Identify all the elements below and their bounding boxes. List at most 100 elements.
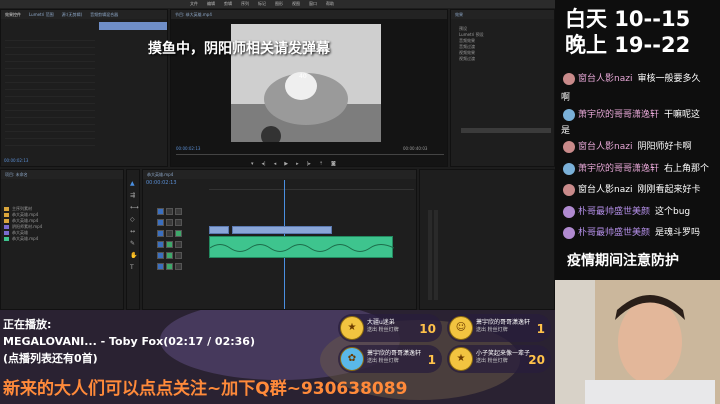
tab-effect-controls[interactable]: 效果控件 — [5, 10, 21, 19]
ec-row — [5, 90, 95, 97]
medal-icon: ★ — [449, 347, 473, 371]
track-header-v3 — [157, 208, 182, 215]
effect-controls-panel: 效果控件 Lumetri 范围 源:(无剪辑) 音频剪辑混合器 00:00:02… — [0, 9, 168, 167]
track-toggle[interactable] — [157, 263, 164, 270]
ripple-icon[interactable]: ⟷ — [130, 204, 139, 211]
track-header-v2 — [157, 219, 182, 226]
effects-selected-row[interactable] — [461, 128, 551, 133]
menu-sequence[interactable]: 序列 — [241, 0, 249, 8]
track-header-a1 — [157, 241, 182, 248]
menu-edit[interactable]: 编辑 — [207, 0, 215, 8]
ec-row — [5, 83, 95, 90]
danmu-item: 萧宇欣的哥哥潇逸轩 右上角那个 — [555, 160, 720, 179]
pen-icon[interactable]: ✎ — [130, 240, 139, 247]
track-lock[interactable] — [166, 230, 173, 237]
ec-properties — [5, 34, 95, 146]
project-item[interactable]: 恭大英雄.mp4 — [4, 236, 122, 242]
program-scrubber[interactable] — [176, 154, 444, 155]
effects-tree-item[interactable]: 视频过渡 — [459, 56, 484, 62]
tab-source[interactable]: 源:(无剪辑) — [62, 10, 82, 19]
medal-icon: ✿ — [340, 347, 364, 371]
tab-project[interactable]: 项目: 未命名 — [5, 170, 28, 179]
effects-tree: 预设 Lumetri 预设 音频效果 音频过渡 视频效果 视频过渡 — [459, 26, 484, 62]
track-toggle[interactable] — [157, 241, 164, 248]
now-playing-label: 正在播放: — [3, 318, 52, 331]
prev-frame-icon[interactable]: ◂ — [274, 161, 277, 166]
track-select-icon[interactable]: ⇶ — [130, 192, 139, 199]
hand-icon[interactable]: ✋ — [130, 252, 139, 259]
folder-icon — [4, 219, 9, 223]
play-icon[interactable]: ▶ — [284, 161, 288, 166]
selection-tool-icon[interactable]: ▲ — [130, 180, 139, 187]
tool-icons: ▲ ⇶ ⟷ ◇ ↔ ✎ ✋ T — [130, 180, 139, 271]
menu-bar: 文件 编辑 剪辑 序列 标记 图形 视图 窗口 帮助 — [0, 0, 555, 8]
track-lock[interactable] — [166, 208, 173, 215]
tab-audio-mixer[interactable]: 音频剪辑混合器 — [90, 10, 118, 19]
video-clip[interactable] — [232, 226, 332, 234]
marker-icon[interactable]: ▾ — [251, 161, 254, 166]
timeline-panel: 恭大英雄.mp4 00:00:02:13 — [142, 169, 417, 310]
track-lock[interactable] — [166, 219, 173, 226]
project-tabbar: 项目: 未命名 — [1, 170, 123, 179]
playlist-remaining: (点播列表还有0首) — [3, 352, 98, 365]
effects-tabbar: 效果 — [451, 10, 554, 19]
track-eye[interactable] — [175, 208, 182, 215]
menu-file[interactable]: 文件 — [190, 0, 198, 8]
track-toggle[interactable] — [157, 252, 164, 259]
ec-row — [5, 55, 95, 62]
step-forward-icon[interactable]: |▸ — [307, 161, 311, 166]
avatar — [563, 72, 575, 85]
ec-timecode: 00:00:02:13 — [4, 158, 29, 163]
ec-row — [5, 111, 95, 118]
audio-waveform — [209, 244, 395, 252]
avatar — [563, 140, 575, 153]
tab-program[interactable]: 节目: 恭大英雄.mp4 — [175, 10, 212, 19]
tools-panel: ▲ ⇶ ⟷ ◇ ↔ ✎ ✋ T — [126, 169, 140, 310]
tab-sequence[interactable]: 恭大英雄.mp4 — [147, 170, 173, 179]
avatar — [563, 226, 575, 239]
ec-row — [5, 104, 95, 111]
type-icon[interactable]: T — [130, 264, 139, 271]
razor-icon[interactable]: ◇ — [130, 216, 139, 223]
tab-effects[interactable]: 效果 — [455, 10, 463, 19]
track-toggle[interactable] — [157, 219, 164, 226]
lift-icon[interactable]: ⇡ — [319, 161, 323, 166]
tab-lumetri[interactable]: Lumetri 范围 — [29, 10, 54, 19]
slip-icon[interactable]: ↔ — [130, 228, 139, 235]
track-toggle[interactable] — [157, 230, 164, 237]
video-clip[interactable] — [209, 226, 229, 234]
audio-clip[interactable] — [209, 236, 395, 258]
ec-row — [5, 125, 95, 132]
track-solo[interactable] — [175, 263, 182, 270]
track-mute[interactable] — [166, 252, 173, 259]
menu-graphics[interactable]: 图形 — [275, 0, 283, 8]
track-header-a3 — [157, 263, 182, 270]
menu-help[interactable]: 帮助 — [326, 0, 334, 8]
menu-view[interactable]: 视图 — [292, 0, 300, 8]
time-ruler[interactable] — [209, 180, 414, 190]
camera-icon[interactable]: ◙ — [331, 161, 336, 166]
gift-card: ★ 小子笑起来像一辈子 送出 粉丝灯牌 20 — [447, 345, 551, 373]
track-mute[interactable] — [166, 263, 173, 270]
track-solo[interactable] — [175, 241, 182, 248]
ec-row — [5, 48, 95, 55]
now-playing-track: MEGALOVANI... - Toby Fox(02:17 / 02:36) — [3, 335, 255, 348]
menu-window[interactable]: 窗口 — [309, 0, 317, 8]
webcam-feed — [555, 280, 720, 404]
track-toggle[interactable] — [157, 208, 164, 215]
track-eye[interactable] — [175, 219, 182, 226]
danmu-item: 朴哥最帅盛世美颜 是魂斗罗吗 — [555, 224, 720, 243]
track-headers — [157, 208, 182, 270]
menu-marker[interactable]: 标记 — [258, 0, 266, 8]
menu-clip[interactable]: 剪辑 — [224, 0, 232, 8]
project-list: 主序列素材 恭大英雄.mp4 恭大英雄.mp4 阴阳师素材.mp4 恭大英雄 恭… — [4, 206, 122, 242]
track-header-v1 — [157, 230, 182, 237]
track-solo[interactable] — [175, 252, 182, 259]
next-frame-icon[interactable]: ▸ — [296, 161, 299, 166]
track-mute[interactable] — [166, 241, 173, 248]
medal-icon: ★ — [340, 316, 364, 340]
step-back-icon[interactable]: ◂| — [262, 161, 266, 166]
track-eye[interactable] — [175, 230, 182, 237]
stream-caption: 摸鱼中，阴阳师相关请发弹幕 — [148, 41, 330, 57]
avatar: ☺ — [449, 316, 473, 340]
